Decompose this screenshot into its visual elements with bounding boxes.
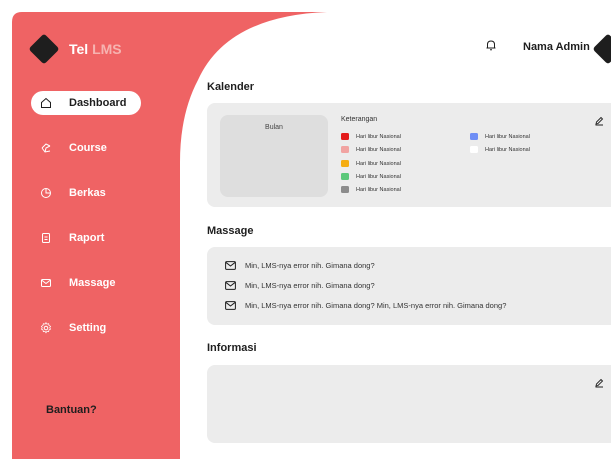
sidebar-item-label: Setting: [69, 322, 107, 334]
sidebar-item-course[interactable]: Course: [31, 136, 141, 160]
legend-item: Hari libur Nasional: [341, 173, 401, 180]
message-text: Min, LMS-nya error nih. Gimana dong?: [245, 281, 375, 290]
brand-name: Tel: [69, 41, 89, 57]
document-icon: [31, 232, 61, 244]
legend-swatch-gray: [341, 186, 349, 193]
legend-label: Hari libur Nasional: [356, 133, 401, 140]
avatar[interactable]: [592, 33, 611, 65]
legend-item: Hari libur Nasional: [341, 160, 401, 167]
legend-item: Hari libur Nasional: [470, 146, 530, 153]
legend-label: Hari libur Nasional: [356, 160, 401, 167]
sidebar-item-berkas[interactable]: Berkas: [31, 181, 141, 205]
message-text: Min, LMS-nya error nih. Gimana dong?: [245, 261, 375, 270]
notification-bell-icon[interactable]: [484, 38, 498, 52]
mail-icon: [225, 281, 236, 290]
help-link[interactable]: Bantuan?: [46, 404, 97, 416]
month-label: Bulan: [265, 124, 283, 131]
mail-icon: [225, 301, 236, 310]
gear-icon: [31, 322, 61, 334]
pie-chart-icon: [31, 187, 61, 199]
sidebar-item-label: Raport: [69, 232, 105, 244]
info-card: [207, 365, 611, 443]
mail-icon: [225, 261, 236, 270]
user-name[interactable]: Nama Admin: [523, 41, 590, 53]
legend-swatch-green: [341, 173, 349, 180]
info-title: Informasi: [207, 342, 257, 354]
legend-label: Hari libur Nasional: [356, 173, 401, 180]
legend-swatch-blue: [470, 133, 478, 140]
edit-calendar-icon[interactable]: [594, 116, 604, 126]
legend-item: Hari libur Nasional: [341, 146, 401, 153]
legend-label: Hari libur Nasional: [356, 146, 401, 153]
home-icon: [31, 97, 61, 109]
dashboard-page: Tel LMS Dashboard Course Berkas Raport M…: [0, 0, 611, 459]
sidebar-item-dashboard[interactable]: Dashboard: [31, 91, 141, 115]
legend-label: Hari libur Nasional: [485, 146, 530, 153]
legend-item: Hari libur Nasional: [341, 186, 401, 193]
legend-swatch-pink: [341, 146, 349, 153]
message-item[interactable]: Min, LMS-nya error nih. Gimana dong?: [225, 261, 375, 270]
edit-info-icon[interactable]: [594, 378, 604, 388]
sidebar-item-massage[interactable]: Massage: [31, 271, 141, 295]
message-text: Min, LMS-nya error nih. Gimana dong? Min…: [245, 301, 507, 310]
app-logo[interactable]: Tel LMS: [69, 41, 122, 57]
messages-title: Massage: [207, 225, 254, 237]
legend-swatch-red: [341, 133, 349, 140]
sidebar-item-label: Massage: [69, 277, 116, 289]
legend-label: Hari libur Nasional: [485, 133, 530, 140]
sidebar-item-setting[interactable]: Setting: [31, 316, 141, 340]
brand-accent: LMS: [92, 41, 122, 57]
course-icon: [31, 142, 61, 154]
month-box[interactable]: Bulan: [220, 115, 328, 197]
sidebar-item-raport[interactable]: Raport: [31, 226, 141, 250]
sidebar-item-label: Dashboard: [69, 97, 127, 109]
legend-title: Keterangan: [341, 116, 378, 123]
legend-swatch-orange: [341, 160, 349, 167]
legend-item: Hari libur Nasional: [341, 133, 401, 140]
mail-icon: [31, 277, 61, 289]
sidebar-item-label: Berkas: [69, 187, 106, 199]
message-item[interactable]: Min, LMS-nya error nih. Gimana dong?: [225, 281, 375, 290]
message-item[interactable]: Min, LMS-nya error nih. Gimana dong? Min…: [225, 301, 506, 310]
legend-item: Hari libur Nasional: [470, 133, 530, 140]
calendar-title: Kalender: [207, 81, 255, 93]
sidebar-item-label: Course: [69, 142, 107, 154]
legend-swatch-white: [470, 146, 478, 153]
legend-label: Hari libur Nasional: [356, 186, 401, 193]
